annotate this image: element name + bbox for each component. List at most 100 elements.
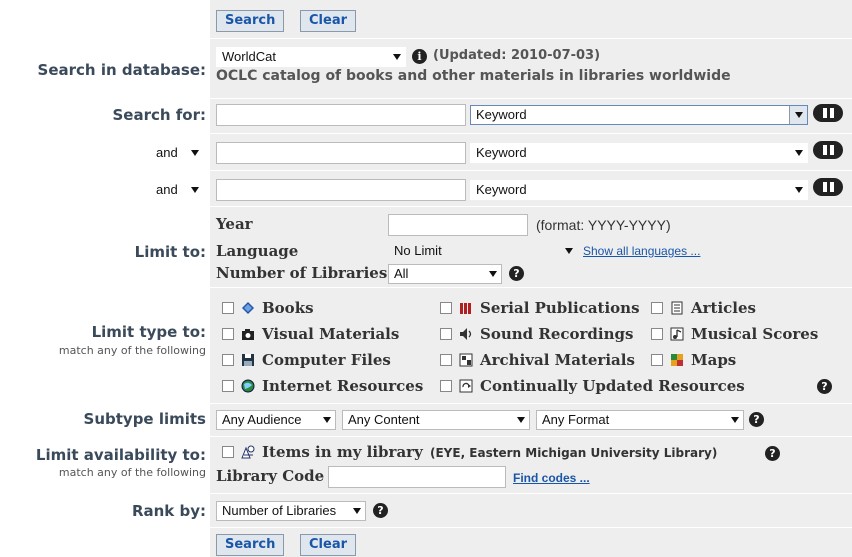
continually-updated-checkbox[interactable] bbox=[440, 380, 452, 392]
internet-resources-label: Internet Resources bbox=[262, 377, 424, 395]
help-icon[interactable]: ? bbox=[373, 503, 388, 518]
search-index-select-1[interactable]: Keyword bbox=[470, 105, 808, 125]
boolean-operator-select-3[interactable]: and bbox=[146, 180, 204, 200]
search-button-bottom[interactable]: Search bbox=[216, 534, 285, 556]
chevron-down-icon bbox=[353, 508, 361, 514]
library-code-label: Library Code bbox=[216, 467, 325, 485]
clear-button-top[interactable]: Clear bbox=[300, 10, 356, 32]
limit-to-label: Limit to: bbox=[134, 243, 206, 261]
map-icon bbox=[671, 354, 683, 366]
show-all-languages-link[interactable]: Show all languages ... bbox=[583, 244, 700, 258]
search-term-input-2[interactable] bbox=[216, 142, 466, 164]
search-form: Search Clear Search in database: WorldCa… bbox=[0, 0, 852, 557]
content-select[interactable]: Any Content bbox=[342, 410, 530, 430]
camera-icon bbox=[242, 329, 254, 340]
database-selected: WorldCat bbox=[222, 49, 276, 64]
help-icon[interactable]: ? bbox=[817, 379, 832, 394]
search-index-selected-2: Keyword bbox=[476, 145, 527, 160]
row-divider bbox=[0, 38, 852, 39]
subtype-label: Subtype limits bbox=[83, 410, 206, 428]
database-updated: (Updated: 2010-07-03) bbox=[433, 48, 601, 63]
language-selected: No Limit bbox=[394, 243, 442, 258]
chevron-down-icon bbox=[191, 150, 199, 156]
my-library-label: Items in my library bbox=[262, 443, 423, 461]
limit-type-label: Limit type to: bbox=[91, 323, 206, 341]
library-code-input[interactable] bbox=[328, 466, 506, 488]
help-icon[interactable]: ? bbox=[509, 266, 524, 281]
serial-publications-checkbox[interactable] bbox=[440, 302, 452, 314]
maps-label: Maps bbox=[691, 351, 737, 369]
sound-recordings-checkbox[interactable] bbox=[440, 328, 452, 340]
articles-checkbox[interactable] bbox=[651, 302, 663, 314]
musical-scores-checkbox[interactable] bbox=[651, 328, 663, 340]
help-icon[interactable]: ? bbox=[749, 412, 764, 427]
year-input[interactable] bbox=[388, 214, 528, 236]
chevron-down-icon bbox=[489, 271, 497, 277]
operator-selected-2: and bbox=[156, 145, 178, 160]
books-label: Books bbox=[262, 299, 314, 317]
add-row-icon[interactable] bbox=[813, 141, 843, 159]
database-label: Search in database: bbox=[37, 61, 206, 79]
continually-updated-label: Continually Updated Resources bbox=[480, 377, 745, 395]
format-select[interactable]: Any Format bbox=[536, 410, 744, 430]
operator-selected-3: and bbox=[156, 182, 178, 197]
computer-files-checkbox[interactable] bbox=[222, 354, 234, 366]
search-index-selected-1: Keyword bbox=[476, 107, 527, 122]
search-index-select-3[interactable]: Keyword bbox=[470, 180, 808, 200]
chevron-down-icon bbox=[393, 54, 401, 60]
search-index-select-2[interactable]: Keyword bbox=[470, 143, 808, 163]
rank-by-selected: Number of Libraries bbox=[222, 503, 337, 518]
row-divider bbox=[0, 436, 852, 437]
archival-materials-checkbox[interactable] bbox=[440, 354, 452, 366]
boolean-operator-select-2[interactable]: and bbox=[146, 143, 204, 163]
year-format-hint: (format: YYYY-YYYY) bbox=[536, 217, 671, 233]
row-divider bbox=[0, 133, 852, 134]
clear-button-bottom[interactable]: Clear bbox=[300, 534, 356, 556]
visual-materials-checkbox[interactable] bbox=[222, 328, 234, 340]
libraries-selected: All bbox=[394, 266, 409, 281]
chevron-down-icon bbox=[191, 187, 199, 193]
add-row-icon[interactable] bbox=[813, 104, 843, 122]
year-label: Year bbox=[216, 215, 253, 233]
musical-scores-label: Musical Scores bbox=[691, 325, 819, 343]
search-term-input-1[interactable] bbox=[216, 104, 466, 126]
audience-selected: Any Audience bbox=[222, 412, 302, 427]
rank-by-select[interactable]: Number of Libraries bbox=[216, 501, 366, 521]
limit-type-sublabel: match any of the following bbox=[58, 344, 206, 357]
books-checkbox[interactable] bbox=[222, 302, 234, 314]
language-select[interactable]: No Limit bbox=[388, 241, 578, 261]
libraries-select[interactable]: All bbox=[388, 264, 502, 284]
help-icon[interactable]: ? bbox=[765, 446, 780, 461]
database-description: OCLC catalog of books and other material… bbox=[216, 68, 731, 84]
info-icon[interactable]: i bbox=[412, 49, 427, 64]
floppy-disk-icon bbox=[242, 354, 254, 366]
chevron-down-icon bbox=[795, 187, 803, 193]
add-row-icon[interactable] bbox=[813, 178, 843, 196]
maps-checkbox[interactable] bbox=[651, 354, 663, 366]
row-divider bbox=[0, 493, 852, 494]
row-divider bbox=[0, 98, 852, 99]
row-divider bbox=[0, 287, 852, 288]
row-divider bbox=[0, 527, 852, 528]
my-library-checkbox[interactable] bbox=[222, 446, 234, 458]
library-icon bbox=[241, 445, 255, 459]
sound-recordings-label: Sound Recordings bbox=[480, 325, 634, 343]
audience-select[interactable]: Any Audience bbox=[216, 410, 336, 430]
musical-score-icon bbox=[670, 327, 684, 341]
chevron-down-icon bbox=[795, 112, 803, 118]
internet-resources-checkbox[interactable] bbox=[222, 380, 234, 392]
language-label: Language bbox=[216, 242, 299, 260]
chevron-down-icon bbox=[731, 417, 739, 423]
serial-publications-label: Serial Publications bbox=[480, 299, 640, 317]
search-term-input-3[interactable] bbox=[216, 179, 466, 201]
serials-icon bbox=[460, 303, 471, 314]
find-codes-link[interactable]: Find codes ... bbox=[513, 471, 590, 485]
database-select[interactable]: WorldCat bbox=[216, 47, 406, 67]
row-divider bbox=[0, 170, 852, 171]
search-button-top[interactable]: Search bbox=[216, 10, 285, 32]
search-for-label: Search for: bbox=[112, 106, 206, 124]
libraries-label: Number of Libraries bbox=[216, 264, 388, 282]
dropdown-button[interactable] bbox=[789, 106, 807, 124]
speaker-icon bbox=[460, 328, 472, 340]
visual-materials-label: Visual Materials bbox=[262, 325, 400, 343]
